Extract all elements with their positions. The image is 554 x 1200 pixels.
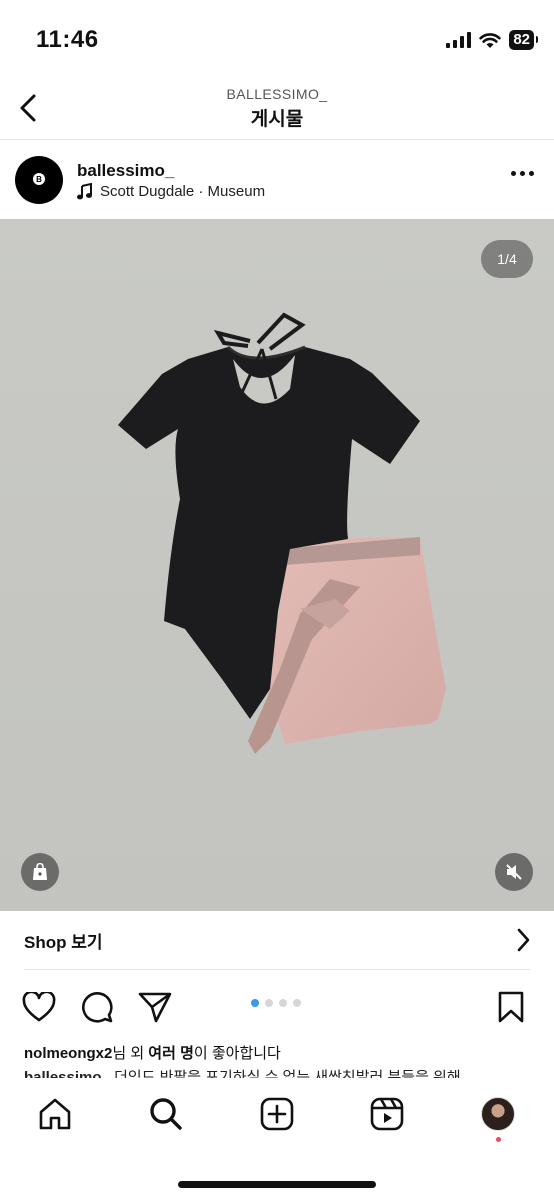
likes-others[interactable]: 여러 명 — [148, 1045, 194, 1062]
post-actions — [0, 980, 554, 1032]
send-icon — [138, 992, 172, 1023]
wifi-icon — [479, 32, 502, 48]
music-link[interactable]: Scott Dugdale · Museum — [77, 183, 265, 200]
comment-icon — [82, 992, 113, 1023]
shopping-tag-button[interactable] — [21, 853, 59, 891]
caption-text: 더있드 반팔을 포기하실 수 없는 새싹친발러 분들을 위해 — [114, 1069, 461, 1078]
status-time: 11:46 — [36, 26, 99, 53]
post-header: B ballessimo_ Scott Dugdale · Museum — [0, 141, 554, 219]
battery-indicator: 82 — [509, 30, 538, 50]
cellular-signal-icon — [446, 32, 472, 48]
profile-avatar — [481, 1097, 515, 1131]
nav-create[interactable] — [255, 1092, 299, 1136]
carousel-dots — [251, 999, 301, 1007]
avatar-logo-mark: B — [33, 173, 45, 185]
chevron-right-icon — [517, 928, 530, 952]
carousel-dot — [265, 999, 273, 1007]
likes-user[interactable]: nolmeongx2 — [24, 1045, 112, 1062]
post-username[interactable]: ballessimo_ — [77, 161, 174, 181]
carousel-dot-active — [251, 999, 259, 1007]
carousel-counter: 1/4 — [481, 240, 533, 278]
likes-end: 이 좋아합니다 — [193, 1045, 281, 1062]
nav-search[interactable] — [144, 1092, 188, 1136]
post-photo[interactable]: 1/4 — [0, 219, 554, 911]
more-options-button[interactable] — [511, 171, 534, 176]
bookmark-icon — [498, 991, 524, 1023]
page-title: 게시물 — [250, 109, 304, 130]
product-image — [118, 312, 446, 754]
status-indicators: 82 — [446, 29, 538, 51]
caption-username[interactable]: ballessimo_ — [24, 1069, 110, 1078]
share-button[interactable] — [136, 988, 174, 1026]
nav-home[interactable] — [33, 1092, 77, 1136]
plus-square-icon — [260, 1097, 294, 1131]
shop-link[interactable]: Shop 보기 — [24, 911, 530, 970]
status-bar: 11:46 82 — [0, 0, 554, 80]
save-button[interactable] — [492, 988, 530, 1026]
reels-icon — [370, 1097, 404, 1131]
carousel-dot — [293, 999, 301, 1007]
heart-icon — [22, 992, 56, 1022]
speaker-muted-icon — [506, 864, 522, 880]
home-icon — [39, 1098, 71, 1130]
like-button[interactable] — [20, 988, 58, 1026]
nav-profile[interactable] — [476, 1092, 520, 1136]
shopping-bag-icon — [33, 863, 47, 880]
home-indicator — [178, 1181, 376, 1188]
post-caption[interactable]: ballessimo_ 더있드 반팔을 포기하실 수 없는 새싹친발러 분들을 … — [24, 1066, 530, 1078]
comment-button[interactable] — [78, 988, 116, 1026]
nav-reels[interactable] — [365, 1092, 409, 1136]
shop-label: Shop 보기 — [24, 932, 103, 952]
page-header: BALLESSIMO_ 게시물 — [0, 80, 554, 140]
mute-button[interactable] — [495, 853, 533, 891]
likes-text[interactable]: nolmeongx2님 외 여러 명이 좋아합니다 — [24, 1042, 281, 1063]
search-icon — [150, 1098, 182, 1130]
carousel-dot — [279, 999, 287, 1007]
header-account: BALLESSIMO_ — [226, 86, 328, 102]
music-note-icon — [77, 183, 92, 200]
notification-dot — [496, 1137, 501, 1142]
music-title: Scott Dugdale · Museum — [100, 183, 266, 200]
account-avatar[interactable]: B — [15, 156, 63, 204]
likes-mid: 님 외 — [112, 1045, 149, 1062]
